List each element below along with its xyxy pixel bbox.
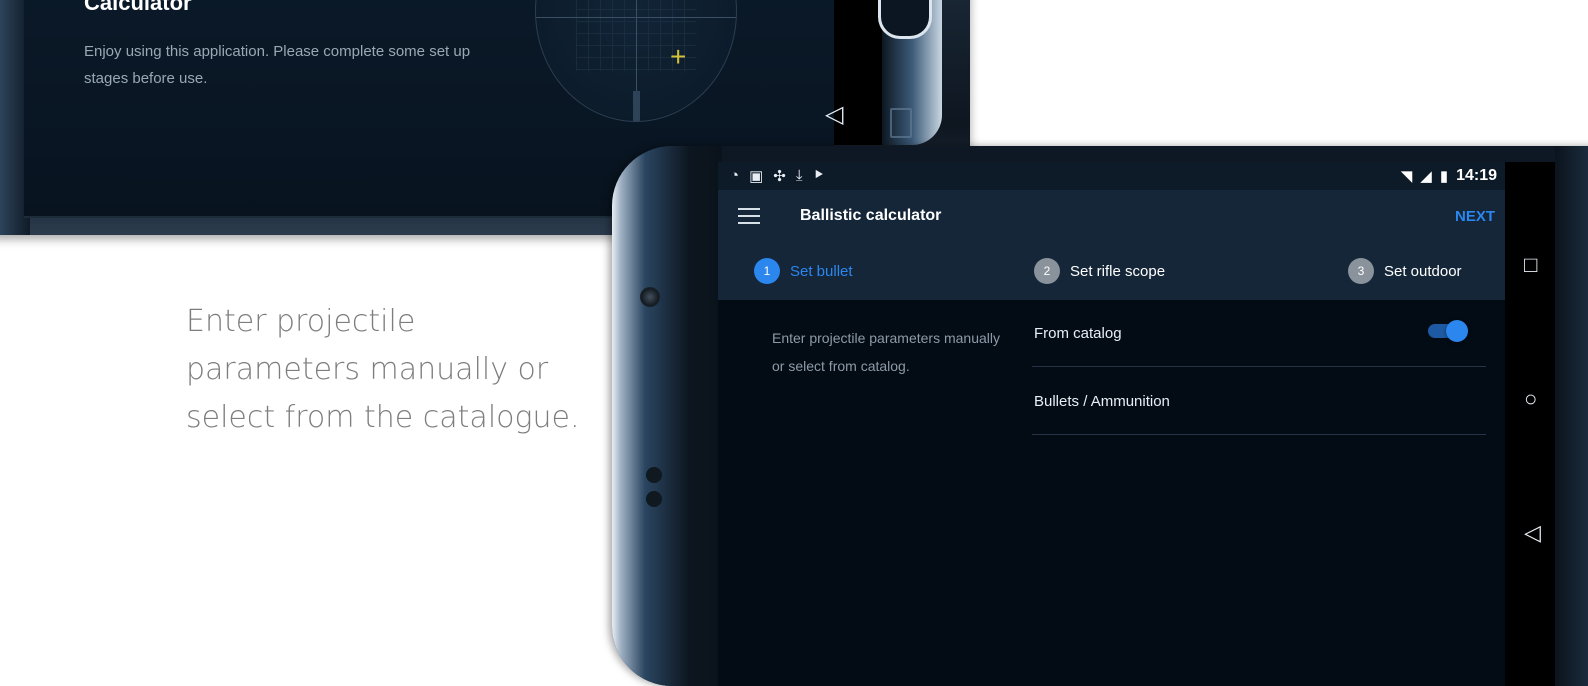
bullet-settings: Enter projectile parameters manually or …: [718, 300, 1505, 686]
app-title: Ballistic calculator: [800, 207, 942, 224]
reticle-post: [633, 91, 640, 121]
hamburger-menu-icon[interactable]: [738, 208, 760, 226]
sensor-icon: [646, 467, 662, 483]
app-bar: Ballistic calculator NEXT: [718, 190, 1505, 244]
feature-caption: Enter projectile parameters manually or …: [186, 304, 580, 435]
from-catalog-row[interactable]: From catalog: [1032, 304, 1486, 367]
step-number: 2: [1034, 258, 1060, 284]
status-time: 14:19: [1456, 167, 1497, 184]
recent-apps-icon[interactable]: □: [1524, 254, 1537, 276]
setup-stepper: 1 Set bullet 2 Set rifle scope 3 Set out…: [718, 244, 1505, 300]
download-icon: ⤓: [795, 167, 803, 184]
step-label: Set rifle scope: [1070, 262, 1166, 280]
home-key[interactable]: [878, 0, 932, 39]
status-icons-left: ◔ ▣ ✣ ⤓ ⯈: [718, 167, 824, 185]
phone-bezel-right: [1555, 146, 1588, 686]
nav-bar: [1505, 162, 1555, 686]
from-catalog-toggle[interactable]: [1428, 320, 1468, 342]
status-bar: ◔ ▣ ✣ ⤓ ⯈ ◥ ◢ ▮ 14:19: [718, 162, 1505, 190]
main-phone: ◔ ▣ ✣ ⤓ ⯈ ◥ ◢ ▮ 14:19 Ballistic calculat…: [612, 146, 1588, 686]
image-icon: ▣: [749, 168, 764, 185]
step-set-outdoor[interactable]: 3 Set outdoor: [1348, 258, 1462, 284]
status-icons-right: ◥ ◢ ▮ 14:19: [1401, 167, 1505, 185]
back-icon[interactable]: ◁: [825, 100, 843, 129]
wifi-icon: ◥: [1400, 168, 1413, 185]
home-icon[interactable]: ○: [1524, 388, 1537, 410]
recent-apps-key-icon[interactable]: [890, 108, 912, 138]
toggle-knob: [1446, 320, 1468, 342]
step-number: 3: [1348, 258, 1374, 284]
step-number: 1: [754, 258, 780, 284]
pinwheel-icon: ✣: [773, 168, 786, 185]
play-flag-icon: ⯈: [812, 167, 825, 184]
bullets-ammunition-label: Bullets / Ammunition: [1034, 393, 1170, 410]
phone-bezel-left: [612, 146, 722, 686]
battery-icon: ▮: [1439, 168, 1449, 185]
signal-icon: ◢: [1420, 168, 1432, 185]
intro-title: Calculator: [84, 0, 192, 15]
back-icon[interactable]: ◁: [1524, 522, 1541, 544]
from-catalog-label: From catalog: [1034, 325, 1122, 342]
bullet-description: Enter projectile parameters manually or …: [772, 330, 1000, 374]
app-screen: ◔ ▣ ✣ ⤓ ⯈ ◥ ◢ ▮ 14:19 Ballistic calculat…: [718, 162, 1505, 686]
front-camera-icon: [640, 287, 660, 307]
step-set-bullet[interactable]: 1 Set bullet: [754, 258, 853, 284]
reticle-plus-icon: +: [670, 41, 687, 72]
sensor-icon: [646, 491, 662, 507]
step-label: Set outdoor: [1384, 262, 1462, 280]
wifi-question-icon: ◔: [730, 167, 740, 184]
step-set-rifle-scope[interactable]: 2 Set rifle scope: [1034, 258, 1165, 284]
bullets-ammunition-row[interactable]: Bullets / Ammunition: [1032, 372, 1486, 435]
intro-description: Enjoy using this application. Please com…: [84, 43, 471, 87]
next-button[interactable]: NEXT: [1455, 208, 1495, 225]
step-label: Set bullet: [790, 262, 853, 280]
